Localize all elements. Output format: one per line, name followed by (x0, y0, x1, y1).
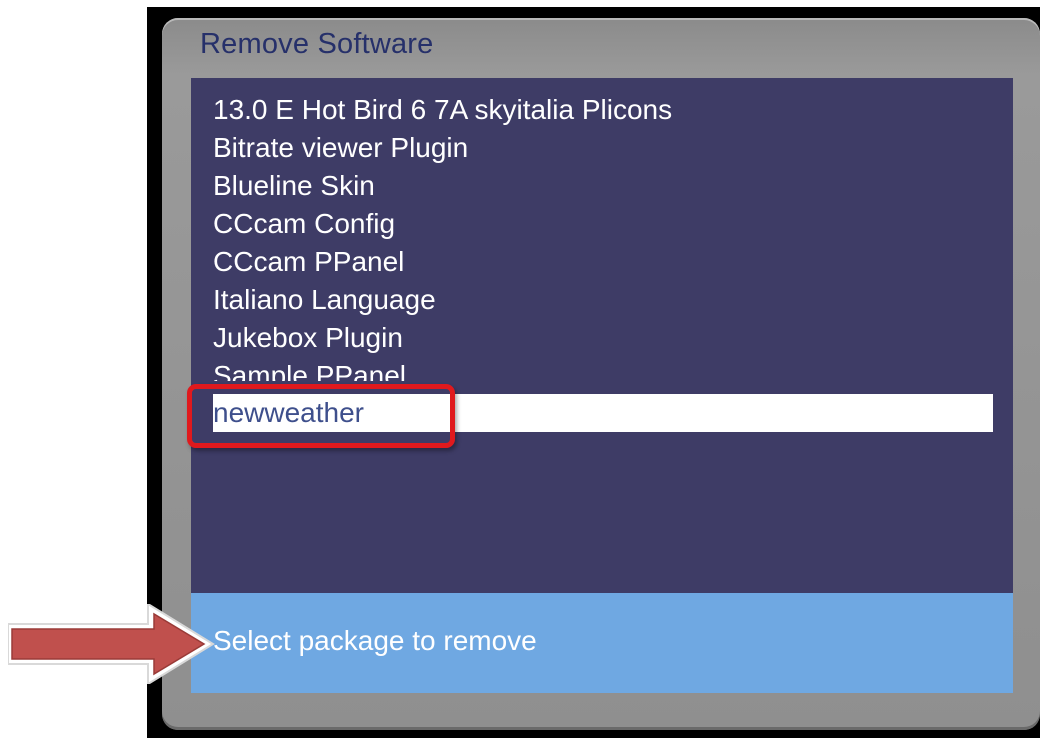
status-bar: Select package to remove (191, 593, 1013, 693)
remove-software-dialog: Remove Software 13.0 E Hot Bird 6 7A sky… (162, 18, 1040, 730)
list-item-package[interactable]: Sample PPanel (213, 357, 406, 381)
list-item-package[interactable]: Bitrate viewer Plugin (213, 129, 468, 167)
dialog-title: Remove Software (200, 28, 434, 60)
list-item-package[interactable]: CCcam Config (213, 205, 395, 243)
package-list[interactable]: 13.0 E Hot Bird 6 7A skyitalia Plicons B… (191, 78, 1013, 593)
list-item-package[interactable]: Blueline Skin (213, 167, 375, 205)
list-item-package[interactable]: CCcam PPanel (213, 243, 404, 281)
screenshot-stage: Remove Software 13.0 E Hot Bird 6 7A sky… (0, 0, 1041, 738)
status-text: Select package to remove (213, 625, 537, 656)
right-arrow-icon (8, 604, 215, 684)
red-highlight-box-annotation (187, 384, 455, 448)
list-item-package[interactable]: Jukebox Plugin (213, 319, 403, 357)
list-item-package[interactable]: Italiano Language (213, 281, 436, 319)
list-item-package[interactable]: 13.0 E Hot Bird 6 7A skyitalia Plicons (213, 91, 672, 129)
